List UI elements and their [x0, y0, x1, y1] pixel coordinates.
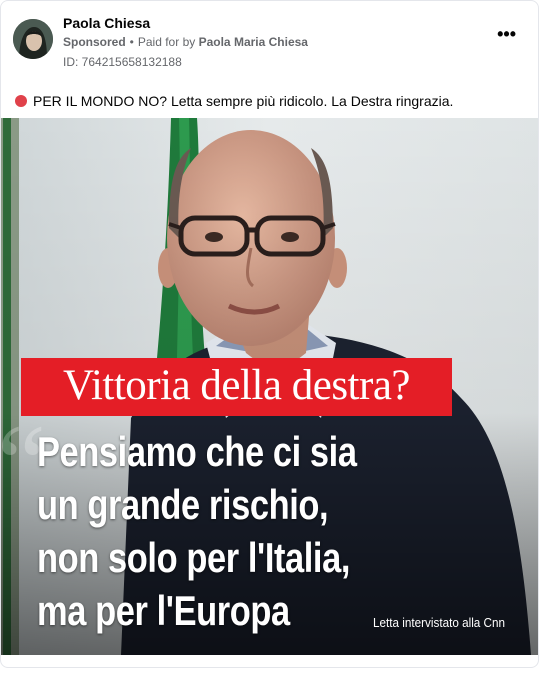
post-header: Paola Chiesa Sponsored • Paid for by Paola…	[1, 1, 538, 81]
ad-card: Paola Chiesa Sponsored • Paid for by Paola…	[0, 0, 539, 668]
more-options-icon[interactable]: •••	[497, 25, 516, 43]
headline-banner: Vittoria della destra?	[21, 358, 452, 416]
ad-id: ID: 764215658132188	[63, 55, 182, 69]
post-image[interactable]: “ Vittoria della destra? Pensiamo che ci…	[1, 118, 538, 655]
red-circle-icon	[15, 95, 27, 107]
quote-line: Pensiamo che ci sia	[37, 428, 357, 475]
sponsorship-line: Sponsored • Paid for by Paola Maria Chiesa	[63, 35, 308, 49]
image-caption: Letta intervistato alla Cnn	[373, 615, 506, 630]
quote-line: ma per l'Europa	[37, 587, 290, 634]
quote-text: Pensiamo che ci sia un grande rischio, n…	[37, 425, 431, 637]
author-name[interactable]: Paola Chiesa	[63, 15, 150, 31]
post-text-content: PER IL MONDO NO? Letta sempre più ridico…	[33, 93, 454, 109]
paid-for-name[interactable]: Paola Maria Chiesa	[199, 35, 308, 49]
headline-text: Vittoria della destra?	[63, 362, 410, 409]
paid-for-label: Paid for by	[137, 35, 196, 49]
quote-line: non solo per l'Italia,	[37, 534, 351, 581]
avatar[interactable]	[13, 19, 53, 59]
sponsored-label: Sponsored	[63, 35, 126, 49]
post-text: PER IL MONDO NO? Letta sempre più ridico…	[15, 93, 453, 109]
quote-line: un grande rischio,	[37, 481, 329, 528]
